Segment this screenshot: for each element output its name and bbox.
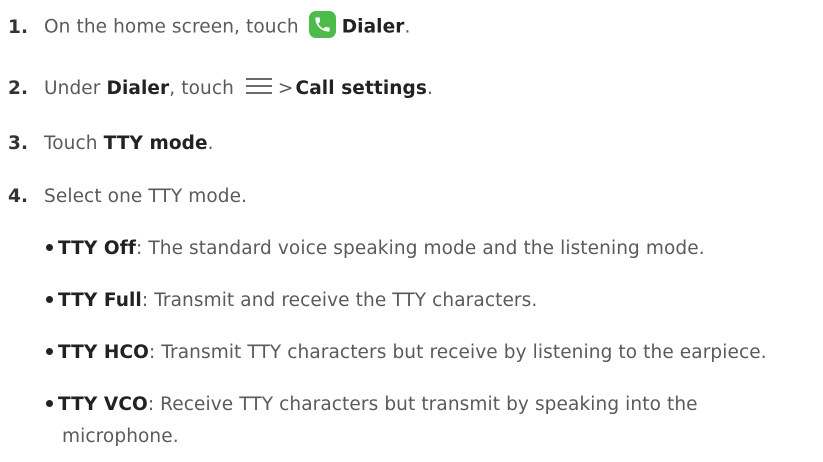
punctuation: . [207,133,214,154]
menu-icon [245,78,272,94]
separator: > [277,78,294,99]
mode-description: : Receive TTY characters but transmit by… [147,394,698,415]
dialer-label: Dialer [341,16,405,38]
mode-name: TTY HCO [58,342,149,363]
step-text: Under [44,78,107,99]
mode-item-off: TTY Off: The standard voice speaking mod… [46,238,705,259]
step-text: On the home screen, touch [44,16,299,38]
mode-item-hco: TTY HCO: Transmit TTY characters but rec… [46,342,767,363]
punctuation: . [404,16,411,38]
bullet-dot [46,347,53,355]
bullet-dot [46,399,53,407]
step-3: 3. Touch TTY mode. [0,133,214,154]
mode-item-full: TTY Full: Transmit and receive the TTY c… [46,290,537,311]
step-number: 2. [8,78,29,99]
punctuation: . [427,78,433,99]
phone-icon [308,11,336,38]
mode-description: microphone. [62,426,179,447]
mode-description: : Transmit and receive the TTY character… [141,290,538,311]
step-text: , touch [169,78,234,99]
dialer-label: Dialer [106,78,170,99]
step-number: 1. [8,16,29,38]
step-4: 4. Select one TTY mode. [0,186,247,207]
mode-name: TTY VCO [58,394,148,415]
step-2: 2. Under Dialer, touch > Call settings. [0,78,433,99]
call-settings-label: Call settings [295,78,428,99]
bullet-dot [46,243,53,251]
bullet-dot [46,295,53,303]
mode-description: : The standard voice speaking mode and t… [136,238,705,259]
tty-mode-label: TTY mode [103,133,208,154]
mode-name: TTY Off [58,238,137,259]
step-text: Touch [44,133,104,154]
step-text: Select one TTY mode. [44,186,248,207]
mode-item-vco-continuation: microphone. [62,426,179,447]
step-number: 3. [8,133,29,154]
step-1: 1. On the home screen, touch Dialer. [0,11,411,41]
mode-description: : Transmit TTY characters but receive by… [149,342,767,363]
mode-item-vco: TTY VCO: Receive TTY characters but tran… [46,394,698,415]
step-number: 4. [8,186,29,207]
mode-name: TTY Full [58,290,142,311]
